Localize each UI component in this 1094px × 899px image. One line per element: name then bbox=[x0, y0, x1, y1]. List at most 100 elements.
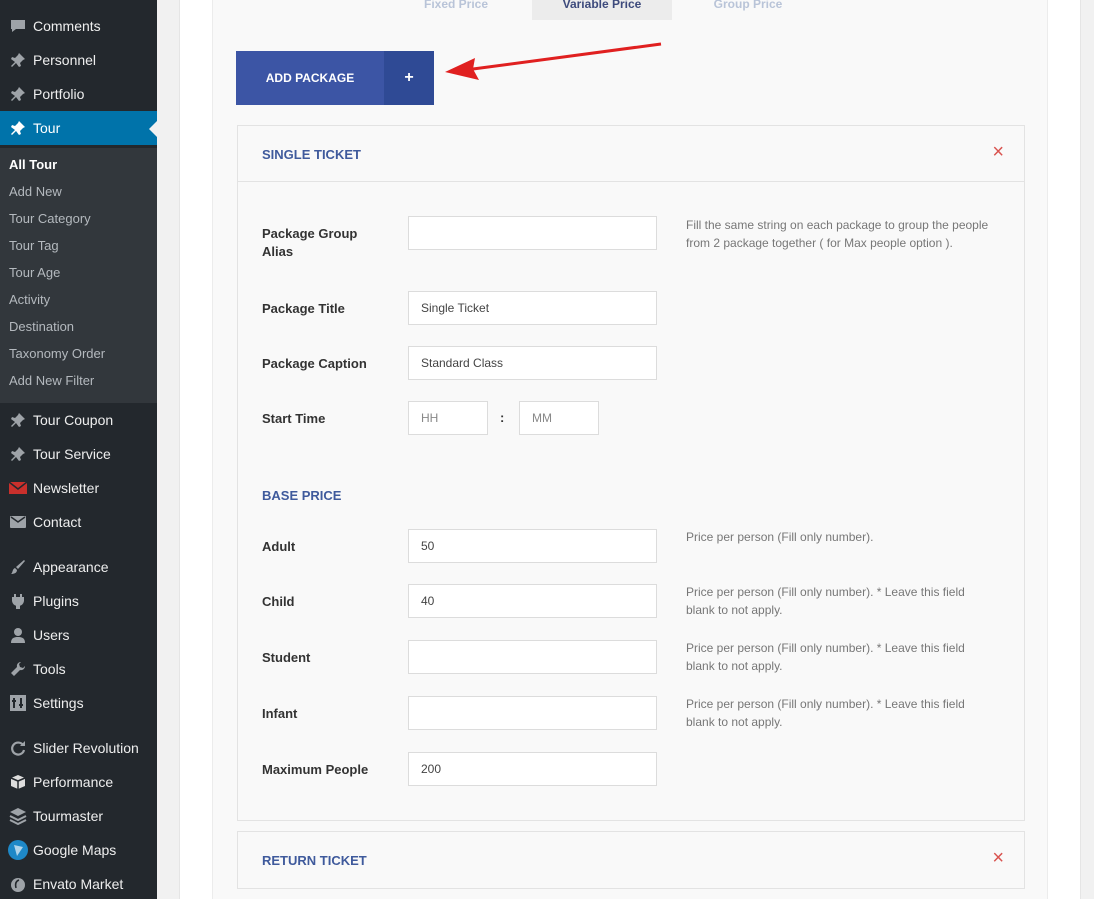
annotation-arrow-icon bbox=[445, 42, 662, 80]
pin-icon bbox=[0, 120, 33, 136]
admin-sidebar: Comments Personnel Portfolio Tour All To… bbox=[0, 0, 157, 899]
sidebar-item-tools[interactable]: Tools bbox=[0, 652, 157, 686]
pin-icon bbox=[0, 52, 33, 68]
single-ticket-card: SINGLE TICKET × Package Group Alias Fill… bbox=[237, 125, 1025, 821]
adult-price-input[interactable]: 50 bbox=[408, 529, 657, 563]
sidebar-item-envato-market[interactable]: Envato Market bbox=[0, 867, 157, 899]
submenu-item-tour-age[interactable]: Tour Age bbox=[9, 259, 60, 286]
settings-icon bbox=[0, 695, 33, 711]
time-separator: : bbox=[500, 410, 505, 425]
tab-fixed-price[interactable]: Fixed Price bbox=[386, 0, 526, 20]
package-title-label: Package Title bbox=[262, 301, 345, 316]
sidebar-item-newsletter[interactable]: Newsletter bbox=[0, 471, 157, 505]
sidebar-item-performance[interactable]: Performance bbox=[0, 765, 157, 799]
maximum-people-label: Maximum People bbox=[262, 762, 369, 777]
sidebar-item-label: Tourmaster bbox=[33, 808, 104, 824]
sidebar-item-tourmaster[interactable]: Tourmaster bbox=[0, 799, 157, 833]
package-caption-label: Package Caption bbox=[262, 356, 367, 371]
close-icon[interactable]: × bbox=[992, 142, 1004, 162]
leaf-icon bbox=[0, 876, 33, 892]
sidebar-item-settings[interactable]: Settings bbox=[0, 686, 157, 720]
mail-icon bbox=[0, 516, 33, 528]
student-price-input[interactable] bbox=[408, 640, 657, 674]
submenu-item-add-new-filter[interactable]: Add New Filter bbox=[9, 367, 94, 394]
sidebar-item-label: Contact bbox=[33, 514, 82, 530]
sidebar-item-users[interactable]: Users bbox=[0, 618, 157, 652]
pricing-panel: Fixed Price Variable Price Group Price A… bbox=[212, 0, 1048, 899]
sidebar-item-portfolio[interactable]: Portfolio bbox=[0, 77, 157, 111]
submenu-item-all-tour[interactable]: All Tour bbox=[9, 151, 57, 178]
submenu-item-activity[interactable]: Activity bbox=[9, 286, 50, 313]
cube-icon bbox=[0, 774, 33, 790]
sidebar-item-label: Plugins bbox=[33, 593, 79, 609]
return-ticket-header: RETURN TICKET × bbox=[238, 832, 1024, 888]
start-time-minute-input[interactable]: MM bbox=[519, 401, 599, 435]
tab-variable-price[interactable]: Variable Price bbox=[532, 0, 672, 20]
sidebar-item-tour-service[interactable]: Tour Service bbox=[0, 437, 157, 471]
sidebar-item-plugins[interactable]: Plugins bbox=[0, 584, 157, 618]
close-icon[interactable]: × bbox=[992, 848, 1004, 868]
sidebar-item-tour[interactable]: Tour bbox=[0, 111, 157, 145]
active-indicator bbox=[149, 121, 157, 137]
sidebar-item-slider-revolution[interactable]: Slider Revolution bbox=[0, 731, 157, 765]
infant-label: Infant bbox=[262, 706, 298, 721]
sidebar-item-label: Users bbox=[33, 627, 70, 643]
sidebar-item-label: Slider Revolution bbox=[33, 740, 139, 756]
sidebar-item-label: Comments bbox=[33, 18, 101, 34]
sidebar-item-appearance[interactable]: Appearance bbox=[0, 550, 157, 584]
sidebar-item-label: Portfolio bbox=[33, 86, 85, 102]
start-time-hour-input[interactable]: HH bbox=[408, 401, 488, 435]
submenu-item-destination[interactable]: Destination bbox=[9, 313, 74, 340]
sidebar-item-label: Tour Service bbox=[33, 446, 111, 462]
group-alias-input[interactable] bbox=[408, 216, 657, 250]
tour-submenu: All Tour Add New Tour Category Tour Tag … bbox=[0, 148, 157, 403]
package-caption-input[interactable]: Standard Class bbox=[408, 346, 657, 380]
sidebar-item-label: Tools bbox=[33, 661, 66, 677]
submenu-item-add-new[interactable]: Add New bbox=[9, 178, 62, 205]
sidebar-item-label: Envato Market bbox=[33, 876, 124, 892]
start-time-label: Start Time bbox=[262, 411, 326, 426]
sidebar-item-comments[interactable]: Comments bbox=[0, 9, 157, 43]
group-alias-help: Fill the same string on each package to … bbox=[686, 218, 989, 250]
sidebar-item-label: Google Maps bbox=[33, 842, 117, 858]
sidebar-item-label: Performance bbox=[33, 774, 114, 790]
refresh-icon bbox=[0, 740, 33, 756]
sidebar-item-personnel[interactable]: Personnel bbox=[0, 43, 157, 77]
sidebar-item-label: Newsletter bbox=[33, 480, 100, 496]
sidebar-item-label: Tour bbox=[33, 120, 61, 136]
submenu-item-taxonomy-order[interactable]: Taxonomy Order bbox=[9, 340, 105, 367]
sidebar-item-label: Appearance bbox=[33, 559, 109, 575]
child-price-input[interactable]: 40 bbox=[408, 584, 657, 618]
return-ticket-title: RETURN TICKET bbox=[262, 853, 367, 868]
plugin-icon bbox=[0, 593, 33, 609]
pin-icon bbox=[0, 412, 33, 428]
add-package-label: ADD PACKAGE bbox=[236, 51, 384, 105]
base-price-title: BASE PRICE bbox=[262, 488, 342, 503]
envelope-icon bbox=[0, 482, 33, 494]
plus-icon: + bbox=[384, 51, 434, 105]
main-content: Fixed Price Variable Price Group Price A… bbox=[157, 0, 1094, 899]
infant-price-input[interactable] bbox=[408, 696, 657, 730]
add-package-button[interactable]: ADD PACKAGE + bbox=[236, 51, 434, 105]
package-title-input[interactable]: Single Ticket bbox=[408, 291, 657, 325]
brush-icon bbox=[0, 559, 33, 575]
single-ticket-header: SINGLE TICKET × bbox=[238, 126, 1024, 182]
adult-label: Adult bbox=[262, 539, 296, 554]
sidebar-item-contact[interactable]: Contact bbox=[0, 505, 157, 539]
sidebar-item-google-maps[interactable]: Google Maps bbox=[0, 833, 157, 867]
layers-icon bbox=[0, 807, 33, 825]
group-alias-label: Package Group Alias bbox=[262, 226, 358, 259]
adult-help: Price per person (Fill only number). bbox=[686, 530, 874, 544]
student-label: Student bbox=[262, 650, 311, 665]
sidebar-item-tour-coupon[interactable]: Tour Coupon bbox=[0, 403, 157, 437]
single-ticket-title: SINGLE TICKET bbox=[262, 147, 361, 162]
tab-group-price[interactable]: Group Price bbox=[678, 0, 818, 20]
submenu-item-tour-category[interactable]: Tour Category bbox=[9, 205, 91, 232]
submenu-item-tour-tag[interactable]: Tour Tag bbox=[9, 232, 59, 259]
maximum-people-input[interactable]: 200 bbox=[408, 752, 657, 786]
child-help: Price per person (Fill only number). * L… bbox=[686, 585, 965, 617]
map-icon bbox=[0, 840, 33, 860]
sidebar-item-label: Personnel bbox=[33, 52, 97, 68]
return-ticket-card: RETURN TICKET × bbox=[237, 831, 1025, 889]
pin-icon bbox=[0, 446, 33, 462]
